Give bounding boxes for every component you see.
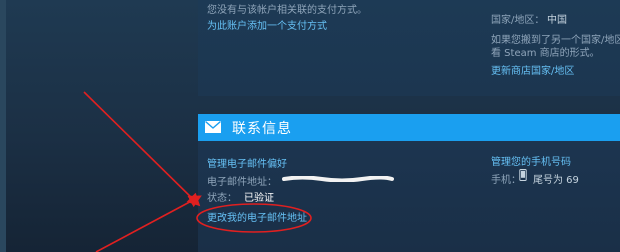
- region-label: 国家/地区：: [491, 15, 545, 26]
- manage-email-preferences-link[interactable]: 管理电子邮件偏好: [207, 155, 287, 170]
- phone-label: 手机：: [491, 175, 521, 186]
- no-payment-methods-text: 您没有与该帐户相关联的支付方式。: [207, 5, 367, 16]
- phone-value: 尾号为 69: [533, 175, 579, 186]
- change-email-address-link[interactable]: 更改我的电子邮件地址: [207, 209, 307, 224]
- status-label: 状态：: [207, 193, 237, 204]
- status-value: 已验证: [244, 193, 274, 204]
- contact-info-title: 联系信息: [232, 121, 292, 137]
- left-edge-strip: [0, 0, 6, 252]
- mobile-phone-icon: [519, 169, 527, 181]
- email-address-label: 电子邮件地址：: [207, 177, 277, 188]
- add-payment-method-link[interactable]: 为此账户添加一个支付方式: [207, 17, 327, 32]
- region-value: 中国: [547, 15, 567, 26]
- envelope-icon: [205, 121, 221, 133]
- manage-phone-number-link[interactable]: 管理您的手机号码: [491, 153, 571, 168]
- update-store-region-link[interactable]: 更新商店国家/地区: [491, 62, 574, 77]
- region-moved-text-2: 看 Steam 商店的形式。: [491, 48, 600, 59]
- redacted-email-value: [282, 176, 394, 182]
